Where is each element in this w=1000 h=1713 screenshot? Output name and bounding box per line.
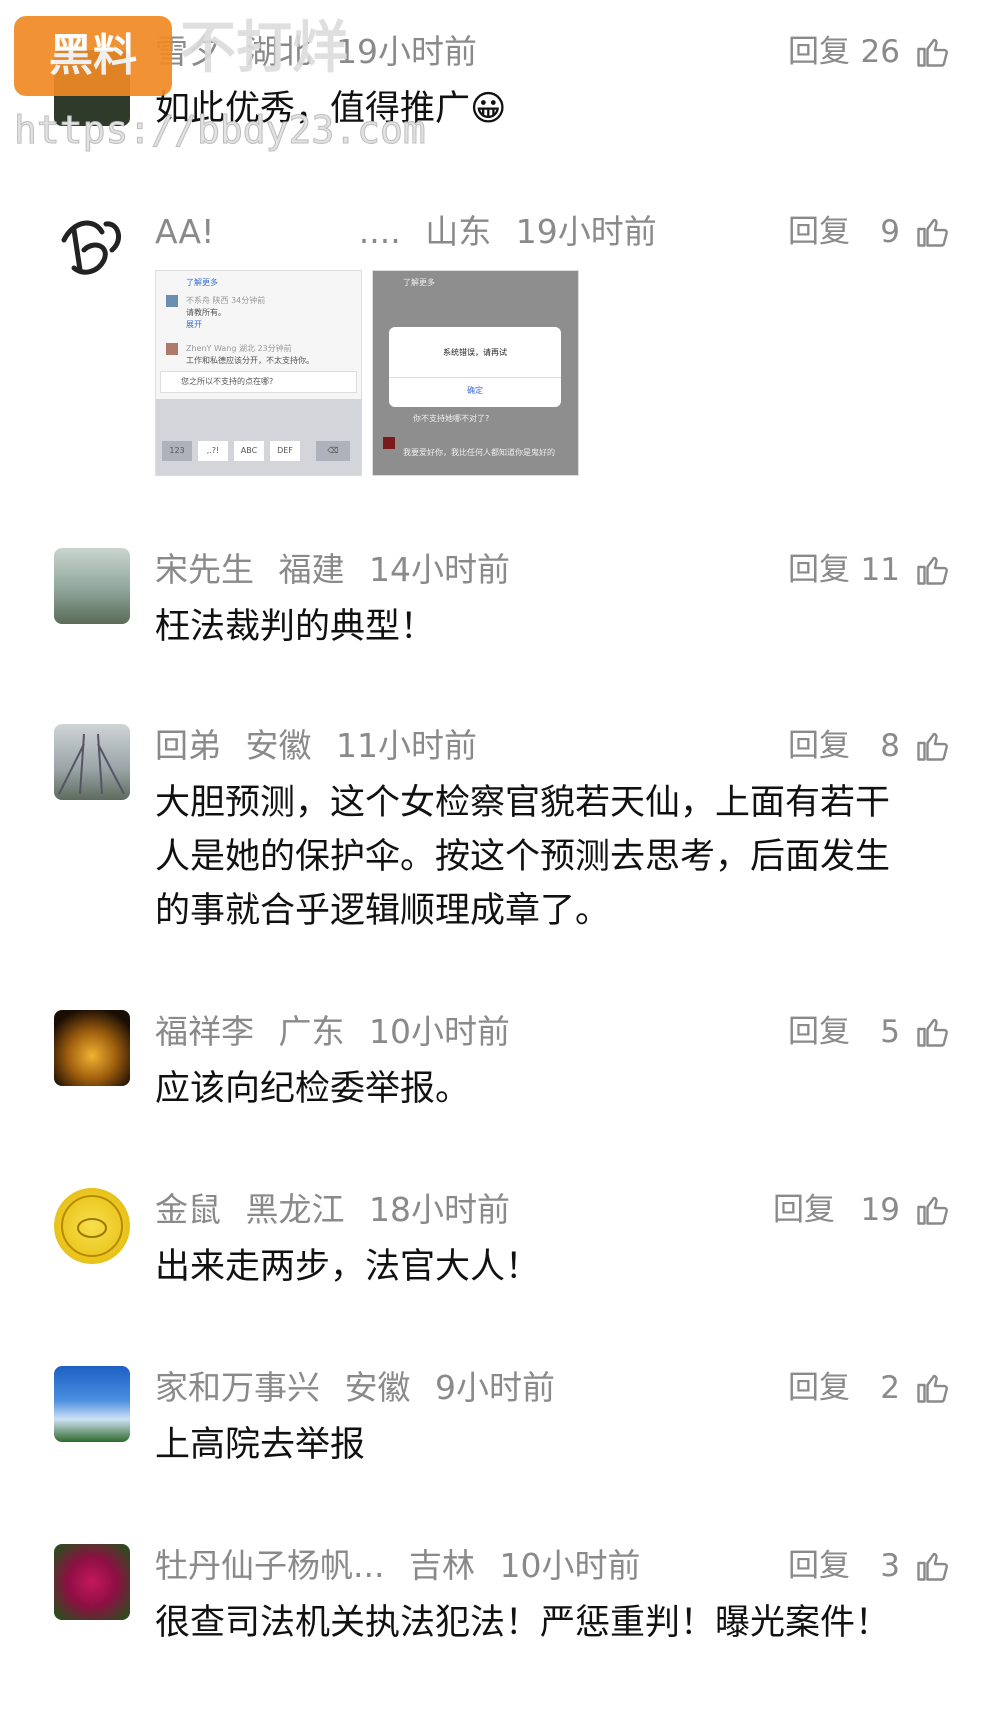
screen-input-text: 您之所以不支持的点在哪? (181, 377, 274, 386)
coin-rat-icon (61, 1195, 123, 1257)
comment-meta: 宋先生 福建 14小时前 (155, 548, 524, 592)
author-region: 安徽 (344, 1368, 411, 1407)
mini-avatar (383, 437, 395, 449)
comment-item: 家和万事兴 安徽 9小时前 回复 2 上高院去举报 (0, 1366, 1000, 1466)
screen-row: 不系舟 陕西 34分钟前 (186, 296, 266, 305)
key: 123 (162, 441, 192, 461)
thumbs-up-icon[interactable] (914, 1192, 950, 1228)
comment-meta: 金鼠 黑龙江 18小时前 (155, 1188, 524, 1232)
watermark-badge: 黑料 (14, 16, 172, 96)
screen-row: 展开 (186, 320, 202, 329)
screen-row: 你不支持她哪不对了? (413, 414, 490, 423)
watermark-url: https://bbdy23.com (14, 108, 427, 153)
comment-meta: 牡丹仙子杨帆... 吉林 10小时前 (155, 1544, 654, 1588)
comment-item: AA! .... 山东 19小时前 回复 9 了解更多 不系舟 陕西 34分钟前… (0, 210, 1000, 490)
thumbs-up-icon[interactable] (914, 34, 950, 70)
avatar[interactable] (54, 1366, 130, 1442)
author-region: 安徽 (245, 726, 312, 765)
comment-item: 牡丹仙子杨帆... 吉林 10小时前 回复 3 很查司法机关执法犯法！严惩重判！… (0, 1544, 1000, 1644)
reply-button[interactable]: 回复 (773, 1188, 835, 1232)
avatar[interactable] (54, 548, 130, 624)
comment-time: 11小时前 (336, 726, 477, 765)
comment-text: 上高院去举报 (155, 1425, 366, 1465)
comment-item: 宋先生 福建 14小时前 回复 11 枉法裁判的典型！ (0, 548, 1000, 648)
mini-avatar (166, 295, 178, 307)
like-count: 8 (880, 728, 900, 764)
like-count: 3 (880, 1548, 900, 1584)
author-name[interactable]: 福祥李 (155, 1012, 254, 1051)
thumbs-up-icon[interactable] (914, 552, 950, 588)
comment-meta: 回弟 安徽 11小时前 (155, 724, 491, 768)
key: ABC (234, 441, 264, 461)
bridge-tower-icon (58, 733, 125, 795)
screen-row: ZhenY Wang 湖北 23分钟前 (186, 344, 292, 353)
error-dialog: 系统错误，请再试 确定 (389, 327, 561, 407)
name-ellipsis: .... (358, 212, 401, 251)
comment-meta: 福祥李 广东 10小时前 (155, 1010, 524, 1054)
author-name[interactable]: 金鼠 (155, 1190, 221, 1229)
dialog-message: 系统错误，请再试 (443, 348, 507, 357)
like-count: 9 (880, 214, 900, 250)
screen-keyboard: 123 ,.?! ABC DEF ⌫ (156, 399, 361, 475)
screen-header: 了解更多 (403, 278, 435, 287)
screen-row: 我要爱好你，我比任何人都知道你是鬼好的 (403, 448, 555, 457)
screen-row: 工作和私德应该分开，不太支持你。 (186, 356, 314, 365)
author-name[interactable]: 牡丹仙子杨帆... (155, 1546, 384, 1585)
avatar[interactable] (54, 1010, 130, 1086)
comment-time: 14小时前 (369, 550, 510, 589)
author-region: 广东 (278, 1012, 345, 1051)
like-count: 11 (860, 552, 900, 588)
author-name[interactable]: 家和万事兴 (155, 1368, 320, 1407)
comment-text: 枉法裁判的典型！ (155, 607, 436, 647)
mini-avatar (166, 343, 178, 355)
comment-time: 18小时前 (369, 1190, 510, 1229)
like-count: 2 (880, 1370, 900, 1406)
comment-time: 10小时前 (499, 1546, 641, 1585)
comment-time: 19小时前 (336, 32, 477, 71)
screen-input: 您之所以不支持的点在哪? (160, 371, 357, 393)
avatar[interactable] (54, 1544, 130, 1620)
author-region: 吉林 (408, 1546, 475, 1585)
thumbs-up-icon[interactable] (914, 1370, 950, 1406)
thumbs-up-icon[interactable] (914, 1548, 950, 1584)
backspace-icon: ⌫ (316, 441, 350, 461)
dialog-ok: 确定 (467, 386, 483, 395)
author-name[interactable]: 回弟 (155, 726, 221, 765)
avatar[interactable] (54, 210, 130, 286)
comment-item: 回弟 安徽 11小时前 回复 8 大胆预测，这个女检察官貌若天仙，上面有若干人是… (0, 724, 1000, 934)
attached-screenshot[interactable]: 了解更多 不系舟 陕西 34分钟前 请教所有。 展开 ZhenY Wang 湖北… (155, 270, 362, 476)
author-name[interactable]: 宋先生 (155, 550, 254, 589)
calligraphy-avatar-icon (61, 220, 122, 275)
comment-item: 金鼠 黑龙江 18小时前 回复 19 出来走两步，法官大人！ (0, 1188, 1000, 1288)
avatar[interactable] (54, 724, 130, 800)
attached-screenshot[interactable]: 了解更多 系统错误，请再试 确定 你不支持她哪不对了? 我要爱好你，我比任何人都… (372, 270, 579, 476)
comment-text: 应该向纪检委举报。 (155, 1069, 471, 1109)
author-region: 福建 (278, 550, 345, 589)
comment-time: 9小时前 (435, 1368, 555, 1407)
thumbs-up-icon[interactable] (914, 1014, 950, 1050)
thumbs-up-icon[interactable] (914, 728, 950, 764)
avatar[interactable] (54, 1188, 130, 1264)
author-name[interactable]: AA! (155, 212, 214, 251)
comment-item: 福祥李 广东 10小时前 回复 5 应该向纪检委举报。 (0, 1010, 1000, 1110)
screen-header: 了解更多 (186, 278, 218, 287)
like-count: 5 (880, 1014, 900, 1050)
comment-text: 大胆预测，这个女检察官貌若天仙，上面有若干人是她的保护伞。按这个预测去思考，后面… (155, 783, 891, 931)
author-region: 山东 (425, 212, 492, 251)
comment-text: 出来走两步，法官大人！ (155, 1247, 541, 1287)
comment-time: 10小时前 (369, 1012, 510, 1051)
like-count: 19 (860, 1192, 900, 1228)
watermark-title: 不打烊 (180, 16, 348, 81)
comment-text: 很查司法机关执法犯法！严惩重判！曝光案件！ (155, 1603, 891, 1643)
like-count: 26 (860, 34, 900, 70)
thumbs-up-icon[interactable] (914, 214, 950, 250)
screen-row: 请教所有。 (186, 308, 226, 317)
comment-time: 19小时前 (515, 212, 657, 251)
comment-meta: 家和万事兴 安徽 9小时前 (155, 1366, 569, 1410)
key: DEF (270, 441, 300, 461)
key: ,.?! (198, 441, 228, 461)
comment-meta: AA! .... 山东 19小时前 (155, 210, 671, 254)
author-region: 黑龙江 (245, 1190, 345, 1229)
